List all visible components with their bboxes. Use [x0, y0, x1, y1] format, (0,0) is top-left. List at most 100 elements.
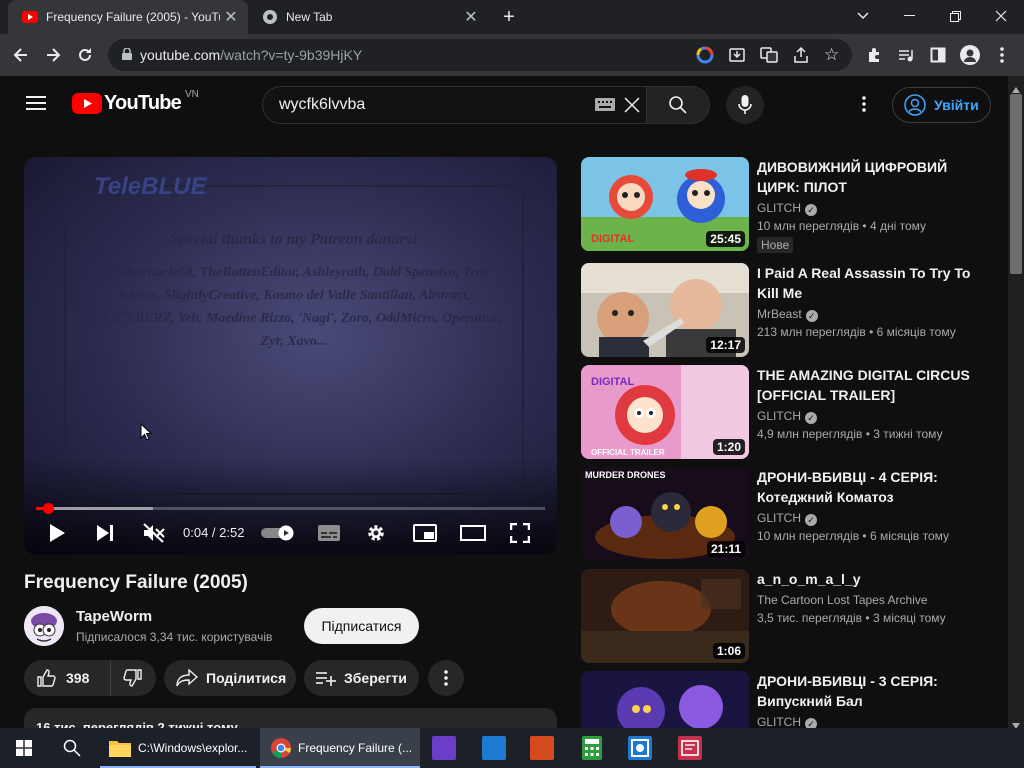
video-title[interactable]: I Paid A Real Assassin To Try To Kill Me [757, 263, 982, 303]
side-panel-icon[interactable] [923, 40, 953, 70]
search-input[interactable]: wycfk6lvvba [262, 86, 646, 124]
google-lens-icon[interactable] [696, 46, 714, 67]
video-title[interactable]: ДРОНИ-ВБИВЦІ - 4 СЕРІЯ: Котеджний Комато… [757, 467, 982, 507]
recommended-video[interactable]: MURDER DRONES 21:11 ДРОНИ-ВБИВЦІ - 4 СЕР… [581, 467, 991, 563]
recommended-video[interactable]: 12:17 I Paid A Real Assassin To Try To K… [581, 263, 991, 359]
tab-close-icon[interactable]: ✕ [460, 7, 482, 27]
recommended-video[interactable]: 1:06 a_n_o_m_a_l_y The Cartoon Lost Tape… [581, 569, 991, 665]
chrome-menu-icon[interactable] [987, 40, 1017, 70]
profile-avatar-icon[interactable] [955, 40, 985, 70]
taskbar-chrome[interactable]: Frequency Failure (... [260, 728, 420, 768]
taskbar-app-orange[interactable] [522, 728, 562, 768]
channel-name[interactable]: The Cartoon Lost Tapes Archive [757, 593, 928, 607]
channel-name[interactable]: GLITCH ✓ [757, 409, 818, 424]
taskbar-item-label: C:\Windows\explor... [138, 741, 248, 755]
start-button[interactable] [0, 728, 48, 768]
voice-search-button[interactable] [726, 86, 764, 124]
keyboard-icon[interactable] [595, 98, 615, 116]
taskbar-explorer[interactable]: C:\Windows\explor... [100, 728, 256, 768]
channel-name-text: GLITCH [757, 715, 802, 728]
channel-name[interactable]: GLITCH ✓ [757, 201, 818, 216]
autoplay-toggle[interactable] [261, 525, 297, 546]
channel-avatar[interactable] [24, 606, 64, 646]
translate-icon[interactable] [760, 46, 778, 67]
recommended-video[interactable]: DIGITAL OFFICIAL TRAILER 1:20 THE AMAZING… [581, 365, 991, 461]
tab-new-tab[interactable]: New Tab ✕ [248, 0, 488, 34]
taskbar-app-blue[interactable] [474, 728, 514, 768]
subscribe-button[interactable]: Підписатися [304, 608, 419, 644]
play-icon[interactable] [48, 523, 66, 548]
video-thumbnail[interactable]: 1:06 [581, 569, 749, 663]
search-icon [63, 739, 81, 757]
dislike-button[interactable] [111, 660, 155, 696]
taskbar-search-button[interactable] [48, 728, 96, 768]
subtitles-icon[interactable] [317, 524, 341, 547]
video-title[interactable]: ДРОНИ-ВБИВЦІ - 3 СЕРІЯ: Випускний Бал [757, 671, 982, 711]
clear-search-icon[interactable] [623, 96, 641, 119]
minimize-icon[interactable] [886, 0, 932, 32]
svg-text:DIGITAL: DIGITAL [591, 233, 634, 245]
address-bar[interactable]: youtube.com/watch?v=ty-9b39HjKY ☆ [108, 39, 852, 71]
recommended-video[interactable]: ДРОНИ-ВБИВЦІ - 3 СЕРІЯ: Випускний Бал GL… [581, 671, 991, 728]
search-button[interactable] [646, 86, 710, 124]
view-count: 10 млн переглядів [757, 529, 860, 543]
extensions-icon[interactable] [859, 40, 889, 70]
progress-bar[interactable] [36, 503, 545, 514]
fullscreen-icon[interactable] [509, 522, 531, 548]
close-window-icon[interactable] [978, 0, 1024, 32]
video-player[interactable]: TeleBLUE Special thanks to my Patreon do… [24, 157, 557, 555]
tab-close-icon[interactable]: ✕ [220, 7, 242, 27]
youtube-logo[interactable]: YouTube VN [72, 89, 199, 115]
save-label: Зберегти [344, 670, 407, 686]
tab-search-chevron-icon[interactable] [840, 0, 886, 32]
restore-icon[interactable] [932, 0, 978, 32]
taskbar-app-purple[interactable] [424, 728, 464, 768]
video-title[interactable]: a_n_o_m_a_l_y [757, 569, 982, 589]
channel-name[interactable]: TapeWorm [76, 608, 152, 625]
settings-menu-icon[interactable] [862, 96, 866, 117]
save-button[interactable]: Зберегти [304, 660, 419, 696]
youtube-header: YouTube VN wycfk6lvvba Увійти [0, 76, 1008, 132]
scrubber-handle[interactable] [42, 503, 54, 514]
sign-in-button[interactable]: Увійти [892, 87, 991, 123]
video-thumbnail[interactable] [581, 671, 749, 728]
scrollbar-thumb[interactable] [1010, 94, 1022, 274]
video-thumbnail[interactable]: DIGITAL OFFICIAL TRAILER 1:20 [581, 365, 749, 459]
page-scrollbar[interactable] [1008, 76, 1024, 729]
description-box[interactable]: 16 тис. переглядів 2 тижні тому [24, 708, 557, 728]
channel-name[interactable]: GLITCH ✓ [757, 715, 818, 728]
hamburger-menu-icon[interactable] [26, 96, 46, 115]
svg-text:OFFICIAL TRAILER: OFFICIAL TRAILER [591, 448, 665, 457]
reload-icon[interactable] [70, 40, 100, 70]
next-video-icon[interactable] [96, 524, 114, 547]
like-button[interactable]: 398 [24, 660, 111, 696]
back-arrow-icon[interactable] [6, 40, 36, 70]
video-thumbnail[interactable]: MURDER DRONES 21:11 [581, 467, 749, 561]
video-meta: 10 млн переглядів • 6 місяців тому [757, 529, 950, 543]
bookmark-star-icon[interactable]: ☆ [824, 45, 839, 65]
new-tab-button[interactable]: + [498, 6, 520, 28]
video-thumbnail[interactable]: DIGITAL 25:45 [581, 157, 749, 251]
taskbar-document-app[interactable] [670, 728, 710, 768]
settings-gear-icon[interactable] [366, 523, 386, 548]
video-title[interactable]: ДИВОВИЖНИЙ ЦИФРОВИЙ ЦИРК: ПІЛОТ [757, 157, 982, 197]
install-app-icon[interactable] [728, 46, 746, 67]
recommended-video[interactable]: DIGITAL 25:45 ДИВОВИЖНИЙ ЦИФРОВИЙ ЦИРК: … [581, 157, 991, 253]
share-icon[interactable] [792, 46, 810, 67]
forward-arrow-icon[interactable] [38, 40, 68, 70]
theater-mode-icon[interactable] [460, 525, 486, 546]
mouse-cursor-icon [140, 423, 152, 441]
media-control-icon[interactable] [891, 40, 921, 70]
channel-name[interactable]: GLITCH ✓ [757, 511, 818, 526]
verified-check-icon: ✓ [805, 204, 818, 216]
tab-youtube[interactable]: Frequency Failure (2005) - YouTube ✕ [8, 0, 248, 34]
share-button[interactable]: Поділитися [164, 660, 296, 696]
taskbar-photos[interactable] [620, 728, 660, 768]
video-thumbnail[interactable]: 12:17 [581, 263, 749, 357]
taskbar-calculator[interactable] [572, 728, 612, 768]
miniplayer-icon[interactable] [413, 524, 437, 547]
video-title[interactable]: THE AMAZING DIGITAL CIRCUS [OFFICIAL TRA… [757, 365, 982, 405]
channel-name[interactable]: MrBeast ✓ [757, 307, 818, 322]
more-actions-button[interactable] [428, 660, 464, 696]
muted-volume-icon[interactable] [143, 523, 165, 548]
